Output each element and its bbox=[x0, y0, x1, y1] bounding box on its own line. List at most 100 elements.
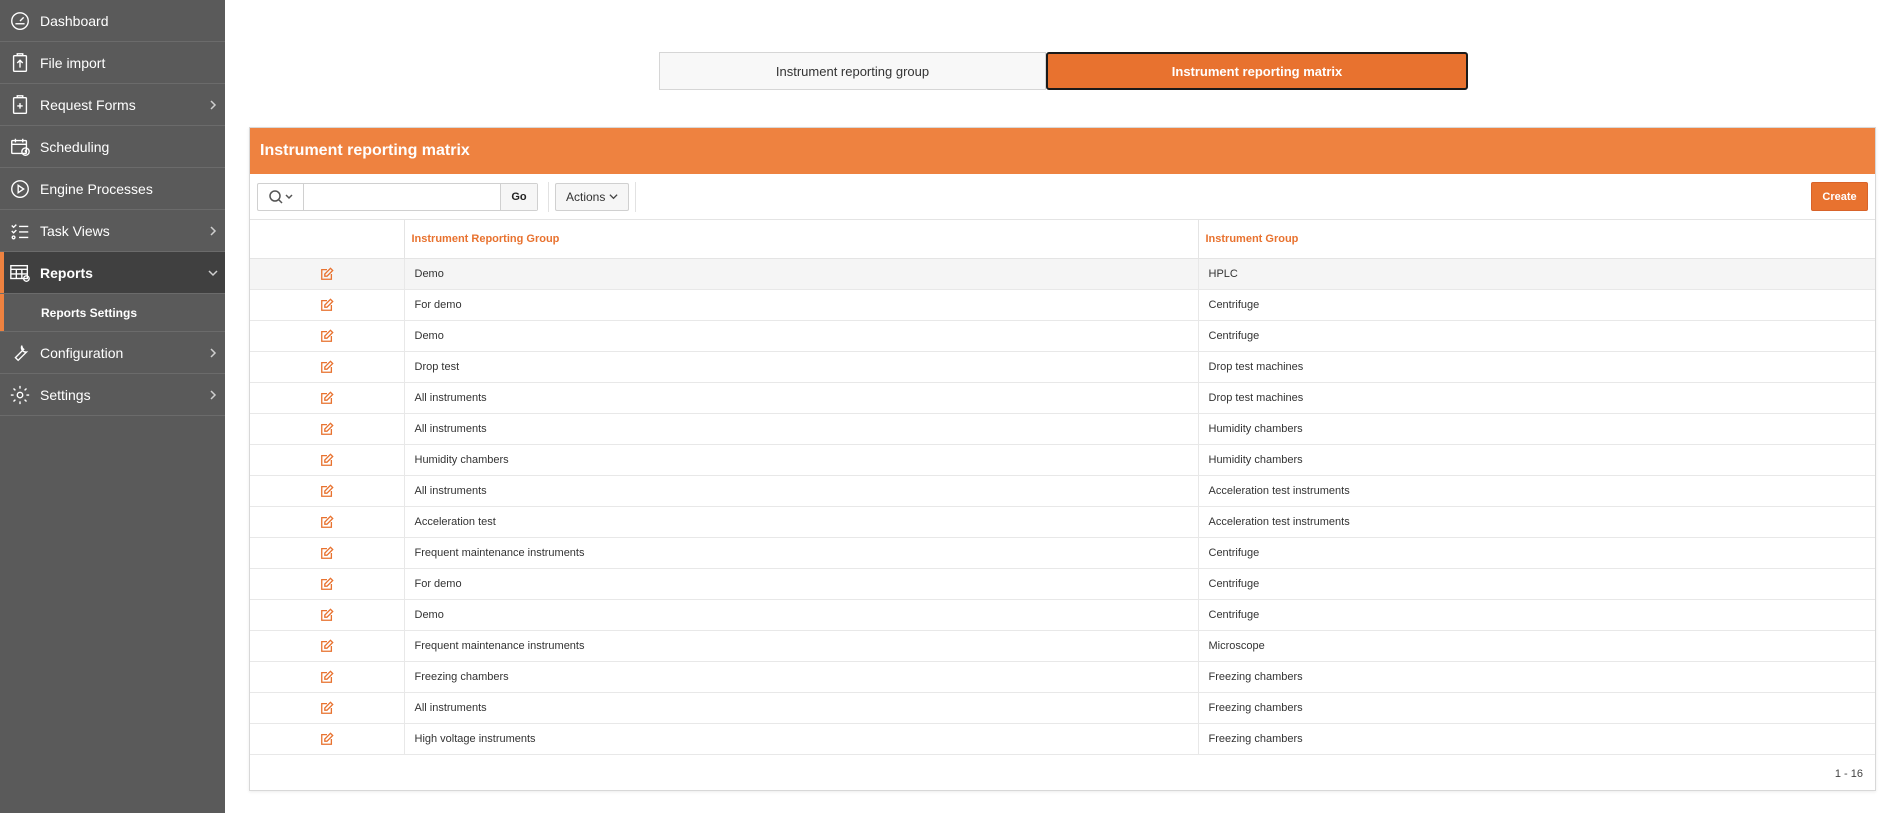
cell-instrument-reporting-group: Demo bbox=[404, 599, 1199, 631]
sidebar-item-task-views[interactable]: Task Views bbox=[0, 210, 225, 252]
cell-instrument-reporting-group: All instruments bbox=[404, 413, 1199, 445]
edit-icon[interactable] bbox=[320, 669, 334, 684]
actions-menu-button[interactable]: Actions bbox=[555, 182, 630, 211]
table-row: Frequent maintenance instruments Microsco… bbox=[250, 630, 1875, 662]
cell-instrument-reporting-group: Drop test bbox=[404, 351, 1199, 383]
sidebar-item-dashboard[interactable]: Dashboard bbox=[0, 0, 225, 42]
cell-instrument-reporting-group: All instruments bbox=[404, 382, 1199, 414]
cell-instrument-reporting-group: Humidity chambers bbox=[404, 444, 1199, 476]
cell-instrument-group: Centrifuge bbox=[1198, 289, 1875, 321]
report-toolbar: Go Actions Create bbox=[250, 174, 1875, 220]
table-row: Humidity chambers Humidity chambers bbox=[250, 444, 1875, 476]
edit-icon[interactable] bbox=[320, 607, 334, 622]
table-row: For demo Centrifuge bbox=[250, 289, 1875, 321]
edit-icon[interactable] bbox=[320, 483, 334, 498]
edit-icon[interactable] bbox=[320, 545, 334, 560]
gear-icon bbox=[0, 374, 40, 416]
edit-icon[interactable] bbox=[320, 452, 334, 467]
cell-instrument-group: Microscope bbox=[1198, 630, 1875, 662]
chevron-right-icon bbox=[201, 347, 225, 358]
sidebar-item-settings[interactable]: Settings bbox=[0, 374, 225, 416]
chevron-down-icon bbox=[609, 194, 618, 200]
cell-instrument-group: Drop test machines bbox=[1198, 351, 1875, 383]
sidebar-item-label: Configuration bbox=[40, 344, 124, 361]
search-column-selector[interactable] bbox=[258, 183, 304, 210]
edit-icon[interactable] bbox=[320, 266, 334, 281]
row-edit-cell bbox=[250, 537, 405, 569]
tab-instrument-reporting-matrix[interactable]: Instrument reporting matrix bbox=[1046, 52, 1468, 90]
edit-icon[interactable] bbox=[320, 328, 334, 343]
cell-instrument-reporting-group: Frequent maintenance instruments bbox=[404, 630, 1199, 662]
cell-instrument-reporting-group: Frequent maintenance instruments bbox=[404, 537, 1199, 569]
scheduling-icon bbox=[0, 126, 40, 168]
toolbar-divider bbox=[635, 181, 637, 212]
row-edit-cell bbox=[250, 630, 405, 662]
chevron-right-icon bbox=[201, 225, 225, 236]
table-row: All instruments Humidity chambers bbox=[250, 413, 1875, 445]
column-header-instrument-reporting-group[interactable]: Instrument Reporting Group bbox=[404, 220, 1199, 259]
cell-instrument-reporting-group: All instruments bbox=[404, 692, 1199, 724]
tab-bar: Instrument reporting group Instrument re… bbox=[659, 52, 1468, 90]
edit-icon[interactable] bbox=[320, 638, 334, 653]
row-edit-cell bbox=[250, 692, 405, 724]
go-button[interactable]: Go bbox=[500, 183, 537, 210]
sidebar-item-label: Engine Processes bbox=[40, 180, 153, 197]
row-edit-cell bbox=[250, 568, 405, 600]
sidebar-item-scheduling[interactable]: Scheduling bbox=[0, 126, 225, 168]
search-group: Go bbox=[257, 182, 538, 211]
table-row: All instruments Acceleration test instrum… bbox=[250, 475, 1875, 507]
report-table: Instrument Reporting Group Instrument Gr… bbox=[250, 220, 1875, 755]
table-row: Demo HPLC bbox=[250, 258, 1875, 290]
cell-instrument-reporting-group: Demo bbox=[404, 258, 1199, 290]
row-edit-cell bbox=[250, 382, 405, 414]
cell-instrument-reporting-group: All instruments bbox=[404, 475, 1199, 507]
table-row: All instruments Freezing chambers bbox=[250, 692, 1875, 724]
cell-instrument-group: Centrifuge bbox=[1198, 537, 1875, 569]
sidebar: Dashboard File import Request Forms Sche… bbox=[0, 0, 225, 813]
cell-instrument-group: Acceleration test instruments bbox=[1198, 506, 1875, 538]
table-row: Demo Centrifuge bbox=[250, 599, 1875, 631]
sidebar-item-engine-processes[interactable]: Engine Processes bbox=[0, 168, 225, 210]
edit-icon[interactable] bbox=[320, 576, 334, 591]
file-import-icon bbox=[0, 42, 40, 84]
edit-icon[interactable] bbox=[320, 297, 334, 312]
task-list-icon bbox=[0, 210, 40, 252]
sidebar-item-configuration[interactable]: Configuration bbox=[0, 332, 225, 374]
table-row: All instruments Drop test machines bbox=[250, 382, 1875, 414]
edit-icon[interactable] bbox=[320, 359, 334, 374]
sidebar-item-label: Task Views bbox=[40, 222, 110, 239]
column-header-edit bbox=[250, 220, 405, 259]
row-edit-cell bbox=[250, 413, 405, 445]
cell-instrument-group: Centrifuge bbox=[1198, 599, 1875, 631]
table-header-row: Instrument Reporting Group Instrument Gr… bbox=[250, 220, 1875, 259]
cell-instrument-group: Freezing chambers bbox=[1198, 692, 1875, 724]
cell-instrument-reporting-group: Freezing chambers bbox=[404, 661, 1199, 693]
report-panel: Instrument reporting matrix Go Actions C… bbox=[249, 127, 1876, 791]
row-edit-cell bbox=[250, 258, 405, 290]
sidebar-item-file-import[interactable]: File import bbox=[0, 42, 225, 84]
sidebar-item-reports[interactable]: Reports bbox=[0, 252, 225, 294]
tab-instrument-reporting-group[interactable]: Instrument reporting group bbox=[659, 52, 1046, 90]
sidebar-item-request-forms[interactable]: Request Forms bbox=[0, 84, 225, 126]
cell-instrument-reporting-group: For demo bbox=[404, 568, 1199, 600]
edit-icon[interactable] bbox=[320, 514, 334, 529]
edit-icon[interactable] bbox=[320, 700, 334, 715]
search-icon bbox=[268, 189, 293, 204]
column-header-instrument-group[interactable]: Instrument Group bbox=[1198, 220, 1875, 259]
chevron-right-icon bbox=[201, 99, 225, 110]
edit-icon[interactable] bbox=[320, 390, 334, 405]
cell-instrument-group: Humidity chambers bbox=[1198, 413, 1875, 445]
pagination-info: 1 - 16 bbox=[1834, 768, 1863, 780]
row-edit-cell bbox=[250, 661, 405, 693]
edit-icon[interactable] bbox=[320, 731, 334, 746]
row-edit-cell bbox=[250, 351, 405, 383]
search-input[interactable] bbox=[304, 183, 500, 210]
table-row: Acceleration test Acceleration test instr… bbox=[250, 506, 1875, 538]
cell-instrument-group: Freezing chambers bbox=[1198, 723, 1875, 755]
sidebar-item-label: Scheduling bbox=[40, 138, 110, 155]
create-button[interactable]: Create bbox=[1811, 182, 1868, 211]
sidebar-subitem-reports-settings[interactable]: Reports Settings bbox=[0, 294, 225, 332]
edit-icon[interactable] bbox=[320, 421, 334, 436]
toolbar-divider bbox=[548, 181, 549, 212]
main-content: Instrument reporting group Instrument re… bbox=[225, 0, 1893, 813]
